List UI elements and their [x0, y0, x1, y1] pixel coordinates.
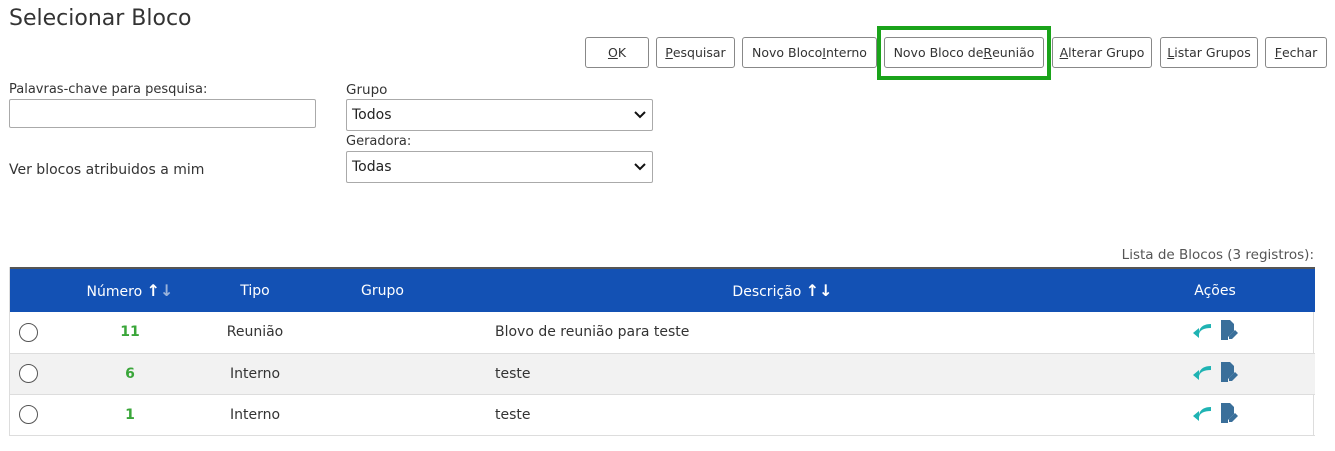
ok-button[interactable]: OK — [585, 37, 649, 68]
table-row: 6 Interno teste — [10, 353, 1315, 394]
listar-grupos-button[interactable]: Listar Grupos — [1160, 37, 1258, 68]
ok-label-rest: K — [617, 45, 627, 60]
row-radio[interactable] — [19, 364, 38, 383]
chevron-down-icon — [634, 161, 646, 174]
keywords-label: Palavras-chave para pesquisa: — [9, 82, 208, 97]
reply-arrow-icon[interactable] — [1191, 404, 1213, 426]
header-select — [10, 267, 65, 312]
alterar-grupo-label-rest: lterar Grupo — [1068, 45, 1145, 60]
table-row: 1 Interno teste — [10, 394, 1315, 435]
header-descricao[interactable]: Descrição ↑↓ — [450, 267, 1115, 312]
reply-arrow-icon[interactable] — [1191, 363, 1213, 385]
row-descricao: teste — [495, 406, 531, 423]
row-tipo: Reunião — [226, 324, 284, 341]
grupo-select-value: Todos — [352, 107, 392, 123]
reply-arrow-icon[interactable] — [1191, 321, 1213, 343]
geradora-label: Geradora: — [346, 134, 412, 149]
edit-document-icon[interactable] — [1219, 402, 1239, 428]
row-numero[interactable]: 11 — [120, 324, 139, 340]
header-numero[interactable]: Número ↑↓ — [65, 267, 195, 312]
listar-grupos-label-rest: istar Grupos — [1174, 45, 1251, 60]
row-tipo: Interno — [229, 406, 281, 423]
novo-bloco-reuniao-button[interactable]: Novo Bloco de Reunião — [884, 37, 1044, 68]
blocos-table: Número ↑↓ Tipo Grupo Descrição ↑↓ Ações … — [9, 267, 1315, 436]
geradora-select[interactable]: Todas — [346, 151, 653, 183]
geradora-select-value: Todas — [352, 159, 392, 175]
row-numero[interactable]: 6 — [125, 366, 135, 382]
novo-reuniao-label-key: R — [983, 45, 993, 60]
row-descricao: teste — [495, 365, 531, 382]
row-numero[interactable]: 1 — [125, 407, 135, 423]
grupo-label: Grupo — [346, 82, 388, 98]
keywords-input[interactable] — [9, 99, 316, 128]
row-grupo — [315, 312, 450, 353]
atribuidos-link[interactable]: Ver blocos atribuidos a mim — [9, 162, 204, 178]
novo-reuniao-label-rest: eunião — [992, 45, 1035, 60]
novo-reuniao-label-prefix: Novo Bloco de — [893, 45, 984, 60]
sort-icon[interactable]: ↑↓ — [147, 281, 174, 300]
novo-interno-label-rest: nterno — [825, 45, 867, 60]
fechar-label-key: F — [1274, 45, 1282, 60]
fechar-label-rest: echar — [1281, 45, 1318, 60]
header-tipo: Tipo — [195, 267, 315, 312]
fechar-button[interactable]: Fechar — [1265, 37, 1327, 68]
row-grupo — [315, 353, 450, 394]
table-caption: Lista de Blocos (3 registros): — [1121, 247, 1314, 263]
pesquisar-button[interactable]: Pesquisar — [656, 37, 735, 68]
page-title: Selecionar Bloco — [9, 6, 192, 31]
edit-document-icon[interactable] — [1219, 361, 1239, 387]
row-radio[interactable] — [19, 405, 38, 424]
grupo-select[interactable]: Todos — [346, 99, 653, 131]
row-descricao: Blovo de reunião para teste — [495, 324, 690, 341]
pesquisar-label-key: P — [665, 45, 673, 60]
alterar-grupo-label-key: A — [1059, 45, 1069, 60]
chevron-down-icon — [634, 109, 646, 122]
pesquisar-label-rest: esquisar — [672, 45, 726, 60]
sort-icon[interactable]: ↑↓ — [806, 281, 833, 300]
table-header-row: Número ↑↓ Tipo Grupo Descrição ↑↓ Ações — [10, 267, 1315, 312]
row-radio[interactable] — [19, 322, 38, 342]
header-numero-label: Número — [86, 284, 143, 300]
header-acoes: Ações — [1115, 267, 1315, 312]
listar-grupos-label-key: L — [1167, 45, 1175, 60]
header-descricao-label: Descrição — [732, 284, 802, 300]
row-grupo — [315, 394, 450, 435]
header-grupo: Grupo — [315, 267, 450, 312]
ok-label-key: O — [607, 45, 618, 60]
table-row: 11 Reunião Blovo de reunião para teste — [10, 312, 1315, 353]
edit-document-icon[interactable] — [1219, 319, 1239, 345]
novo-interno-label-prefix: Novo Bloco — [752, 45, 823, 60]
novo-bloco-interno-button[interactable]: Novo Bloco Interno — [742, 37, 877, 68]
alterar-grupo-button[interactable]: Alterar Grupo — [1052, 37, 1152, 68]
row-tipo: Interno — [229, 365, 281, 382]
